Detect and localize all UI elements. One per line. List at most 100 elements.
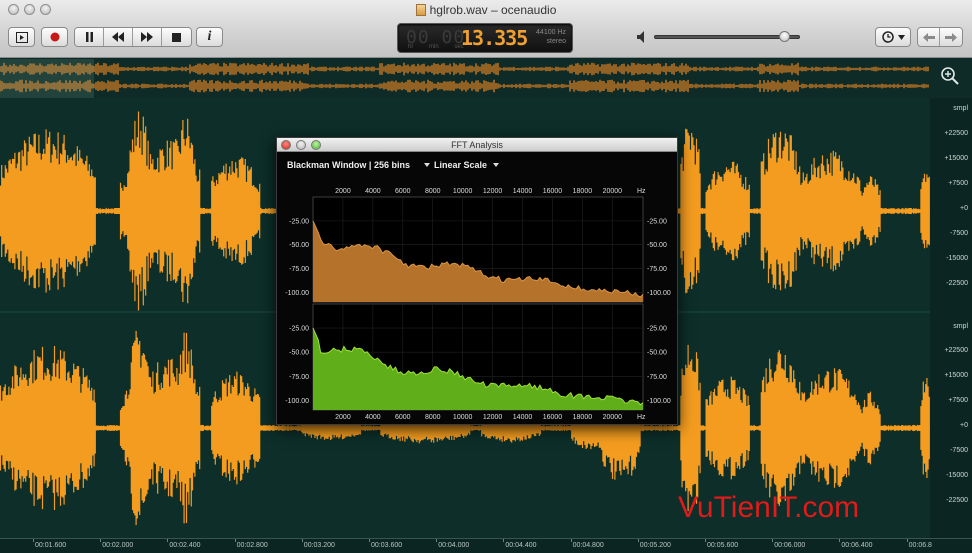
timeline-ruler[interactable]: 00:01.600 00:02.000 00:02.400 00:02.800 00:0… — [0, 538, 972, 553]
fft-analysis-window[interactable]: FFT Analysis Blackman Window | 256 bins … — [276, 137, 678, 425]
fft-db-label: -25.00 — [289, 218, 309, 225]
chevron-down-icon — [897, 34, 905, 40]
waveform-overview[interactable] — [0, 59, 930, 98]
fft-db-label: -75.00 — [647, 374, 667, 381]
fft-freq-label: 4000 — [365, 414, 381, 421]
timeline-tick — [436, 539, 438, 542]
fft-db-label: -25.00 — [647, 218, 667, 225]
timeline-label: 00:04.000 — [438, 542, 470, 549]
fft-freq-label: 2000 — [335, 414, 351, 421]
volume-knob[interactable] — [779, 31, 791, 42]
fft-zoom-button[interactable] — [311, 140, 321, 150]
timeline-tick — [772, 539, 774, 542]
fft-freq-label: 12000 — [483, 188, 503, 195]
play-selection-icon — [15, 31, 28, 43]
fft-title: FFT Analysis — [451, 140, 503, 150]
timeline-tick — [301, 539, 303, 542]
fft-freq-label: 2000 — [335, 188, 351, 195]
arrow-right-icon — [945, 32, 957, 42]
fft-freq-unit: Hz — [637, 414, 646, 421]
overview-channel — [0, 62, 929, 76]
clock-icon — [881, 31, 894, 43]
timeline-label: 00:06.8 — [908, 542, 932, 549]
timeline-label: 00:02.400 — [169, 542, 201, 549]
sample-info: 44100 Hz stereo — [536, 28, 566, 46]
volume-slider[interactable] — [637, 30, 807, 44]
fft-freq-label: 8000 — [425, 188, 441, 195]
fft-db-label: -100.00 — [285, 398, 309, 405]
fft-freq-label: 10000 — [453, 188, 473, 195]
top-unit-label: smpl — [953, 105, 968, 112]
timeline-label: 00:04.400 — [505, 542, 537, 549]
scale-label: +0 — [960, 205, 968, 212]
fast-forward-button[interactable] — [133, 28, 162, 46]
overview-waveform — [0, 62, 929, 93]
fft-db-label: -75.00 — [647, 266, 667, 273]
rewind-button[interactable] — [104, 28, 133, 46]
volume-track[interactable] — [654, 35, 800, 39]
timeline-tick — [839, 539, 841, 542]
fft-freq-label: 20000 — [603, 188, 623, 195]
pause-button[interactable] — [75, 28, 104, 46]
timeline-tick — [33, 539, 34, 542]
amplitude-scale: smpl +22500 +15000 +7500 +0 -7500 -15000 -2250… — [930, 98, 972, 538]
fft-freq-label: 18000 — [573, 188, 593, 195]
timeline-label: 00:01.600 — [35, 542, 67, 549]
timeline-label: 00:02.800 — [236, 542, 268, 549]
scale-label: -7500 — [950, 447, 968, 454]
info-button[interactable]: i — [196, 27, 223, 47]
fft-db-label: -100.00 — [285, 290, 309, 297]
info-icon: i — [207, 29, 212, 44]
scale-label: +15000 — [944, 155, 968, 162]
fft-db-label: -50.00 — [647, 242, 667, 249]
fft-freq-label: 6000 — [395, 188, 411, 195]
scale-label: -22500 — [946, 497, 968, 504]
overview-visible-region[interactable] — [0, 59, 94, 98]
fast-forward-icon — [140, 32, 153, 42]
fft-freq-label: 6000 — [395, 414, 411, 421]
timeline-tick — [100, 539, 102, 542]
timeline-label: 00:04.800 — [572, 542, 604, 549]
play-selection-button[interactable] — [8, 27, 35, 47]
forward-button[interactable] — [940, 28, 962, 46]
fft-minimize-button[interactable] — [296, 140, 306, 150]
back-button[interactable] — [918, 28, 940, 46]
overview-channel — [0, 79, 929, 93]
fft-freq-label: 8000 — [425, 414, 441, 421]
fft-freq-label: 14000 — [513, 414, 533, 421]
fft-title-bar[interactable]: FFT Analysis — [277, 138, 677, 152]
timeline-tick — [705, 539, 706, 542]
fft-db-label: -100.00 — [647, 398, 671, 405]
timeline-label: 00:06.000 — [774, 542, 806, 549]
ocenaudio-window: hglrob.wav – ocenaudio i 00 00 13.335 hr… — [0, 0, 972, 553]
arrow-left-icon — [922, 32, 935, 42]
scale-label: -22500 — [946, 280, 968, 287]
bottom-unit-label: smpl — [953, 323, 968, 330]
timeline-tick — [570, 539, 572, 542]
timeline-label: 00:03.200 — [303, 542, 335, 549]
title-toolbar: hglrob.wav – ocenaudio i 00 00 13.335 hr… — [0, 0, 972, 58]
fft-freq-label: 18000 — [573, 414, 593, 421]
fft-freq-label: 12000 — [483, 414, 503, 421]
history-button[interactable] — [875, 27, 911, 47]
navigation-group — [917, 27, 963, 47]
zoom-icon[interactable] — [940, 66, 960, 86]
scale-label: +15000 — [944, 372, 968, 379]
transport-group — [74, 27, 192, 47]
record-button[interactable] — [41, 27, 68, 47]
pause-icon — [85, 32, 93, 42]
timeline-tick — [906, 539, 908, 542]
scale-label: +7500 — [948, 397, 968, 404]
window-title: hglrob.wav – ocenaudio — [0, 3, 972, 17]
stop-button[interactable] — [162, 28, 191, 46]
fft-freq-label: 20000 — [603, 414, 623, 421]
fft-db-label: -50.00 — [647, 350, 667, 357]
fft-freq-label: 16000 — [543, 188, 563, 195]
scale-label: +22500 — [944, 130, 968, 137]
fft-freq-unit: Hz — [637, 188, 646, 195]
fft-close-button[interactable] — [281, 140, 291, 150]
scale-label: +0 — [960, 422, 968, 429]
fft-db-label: -50.00 — [289, 242, 309, 249]
fft-freq-label: 16000 — [543, 414, 563, 421]
fft-db-label: -75.00 — [289, 266, 309, 273]
